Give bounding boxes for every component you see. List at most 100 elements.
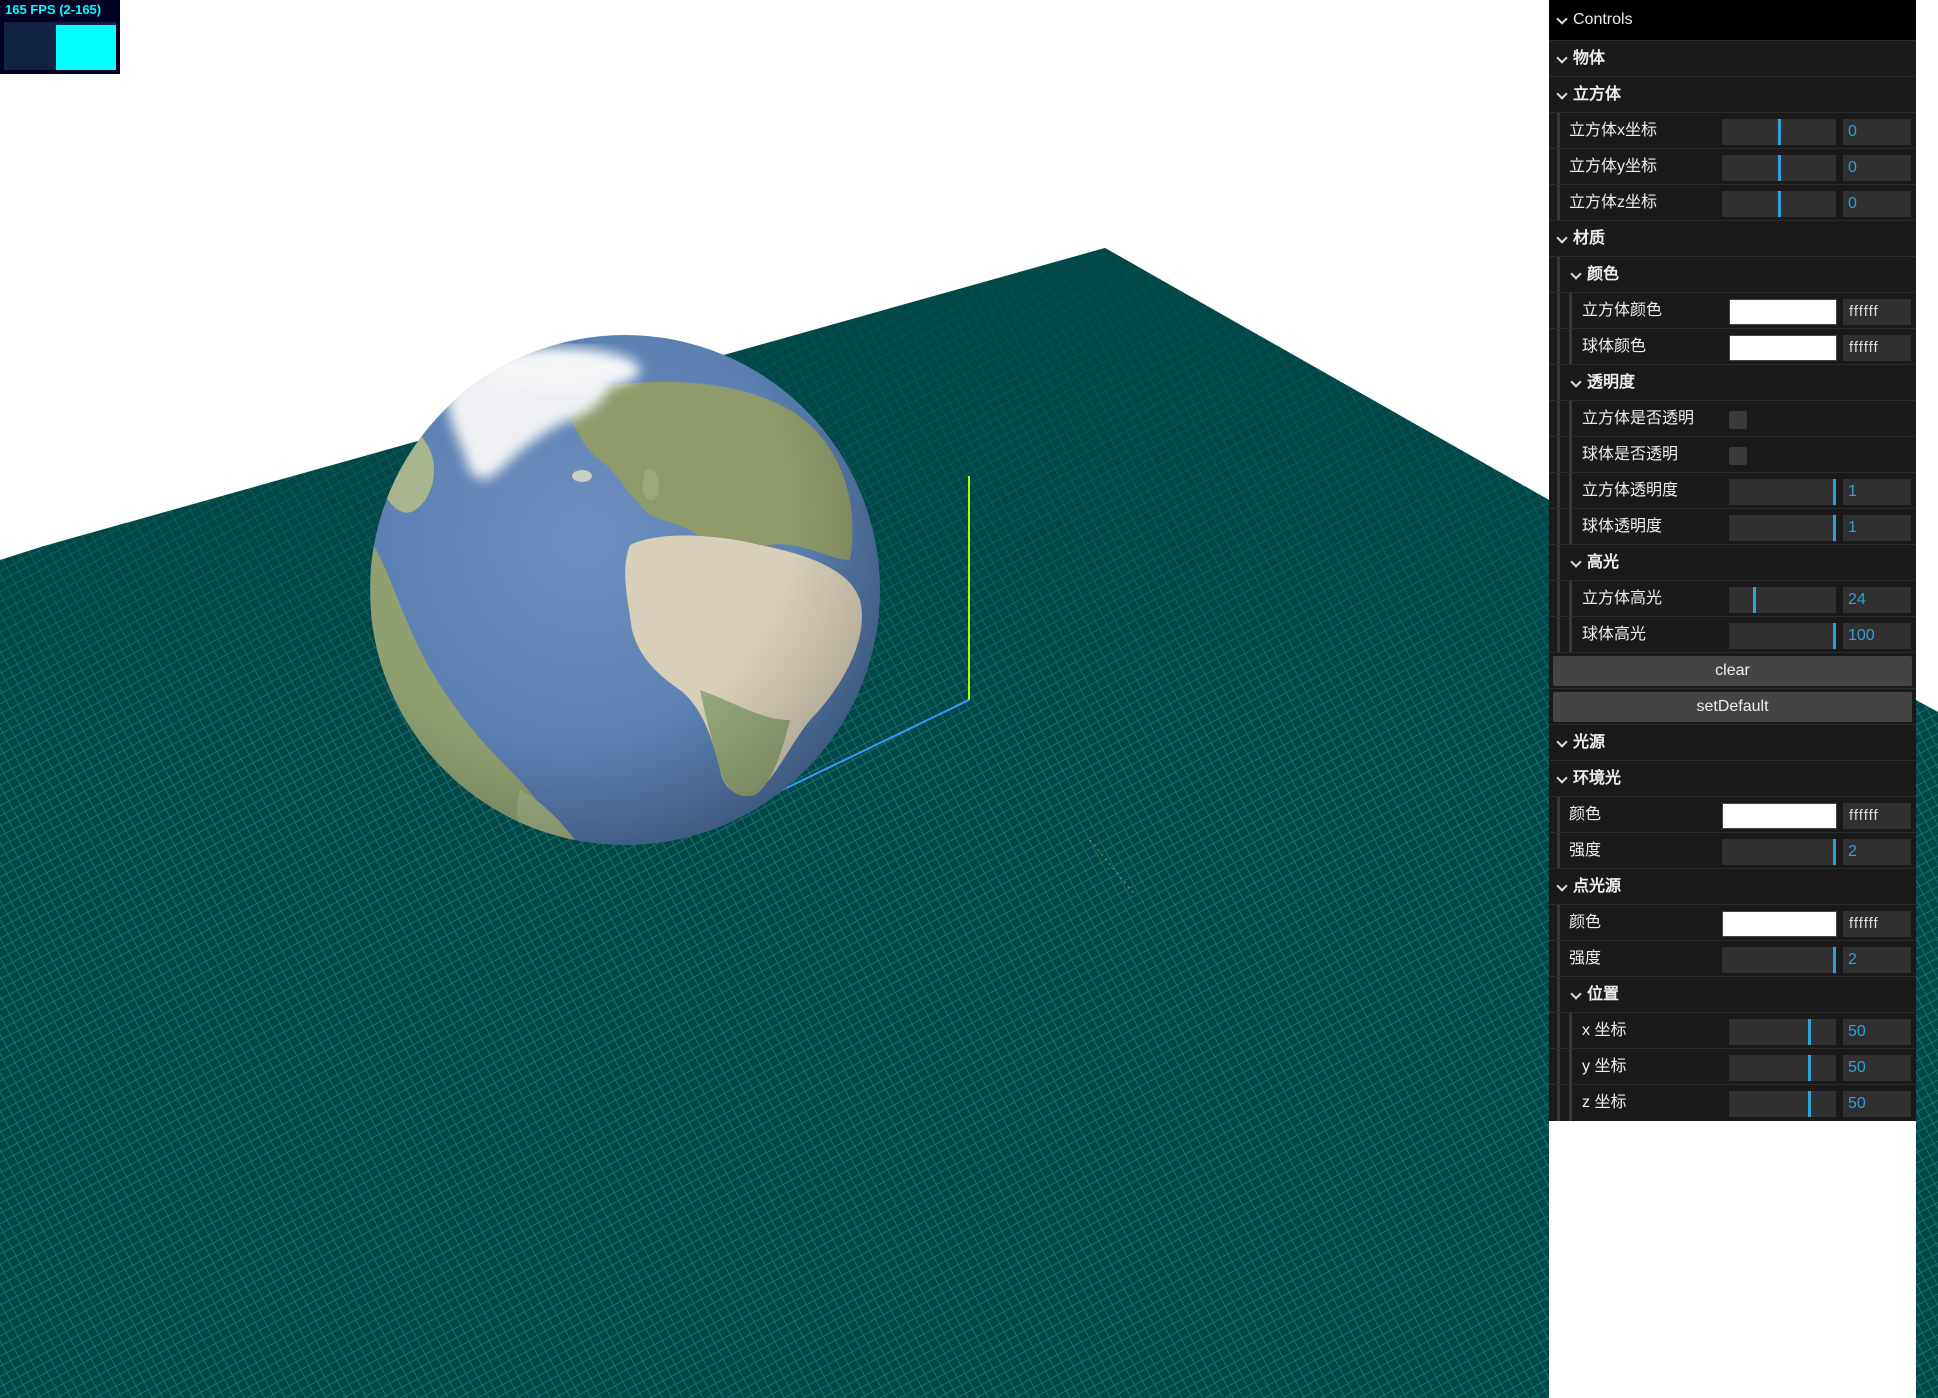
pos-y-slider[interactable] xyxy=(1729,1055,1836,1081)
ambient-color-hex[interactable]: ffffff xyxy=(1843,803,1911,829)
folder-position[interactable]: 位置 xyxy=(1549,977,1916,1013)
point-color-row[interactable]: 颜色 ffffff xyxy=(1549,905,1916,941)
folder-color-label: 颜色 xyxy=(1587,266,1620,283)
slider-knob[interactable] xyxy=(1833,839,1836,865)
pos-x-label: x 坐标 xyxy=(1582,1022,1627,1039)
sphere-transparent-row[interactable]: 球体是否透明 xyxy=(1549,437,1916,473)
point-color-swatch[interactable] xyxy=(1722,911,1837,937)
folder-highlight[interactable]: 高光 xyxy=(1549,545,1916,581)
slider-knob[interactable] xyxy=(1777,119,1781,145)
cube-y-input[interactable]: 0 xyxy=(1843,155,1911,181)
ambient-intensity-slider[interactable] xyxy=(1722,839,1836,865)
cube-transparent-row[interactable]: 立方体是否透明 xyxy=(1549,401,1916,437)
material-group: 颜色 立方体颜色 ffffff 球体颜色 ffffff 透明度 立方体是否透明 xyxy=(1549,257,1916,653)
cube-z-row[interactable]: 立方体z坐标 0 xyxy=(1549,185,1916,221)
folder-light-source-label: 光源 xyxy=(1573,734,1606,751)
clear-row[interactable]: clear xyxy=(1549,653,1916,689)
sphere-opacity-input[interactable]: 1 xyxy=(1843,515,1911,541)
cube-transparent-label: 立方体是否透明 xyxy=(1582,410,1695,427)
slider-knob[interactable] xyxy=(1833,479,1836,505)
pos-y-label: y 坐标 xyxy=(1582,1058,1627,1075)
folder-object[interactable]: 物体 xyxy=(1549,41,1916,77)
slider-knob[interactable] xyxy=(1807,1055,1811,1081)
ambient-color-label: 颜色 xyxy=(1569,806,1602,823)
pos-y-input[interactable]: 50 xyxy=(1843,1055,1911,1081)
sphere-shininess-slider[interactable] xyxy=(1729,623,1836,649)
cube-y-row[interactable]: 立方体y坐标 0 xyxy=(1549,149,1916,185)
sphere-opacity-slider[interactable] xyxy=(1729,515,1836,541)
cube-color-hex[interactable]: ffffff xyxy=(1843,299,1911,325)
slider-knob[interactable] xyxy=(1807,1019,1811,1045)
cube-x-slider[interactable] xyxy=(1722,119,1836,145)
pos-x-slider[interactable] xyxy=(1729,1019,1836,1045)
chevron-down-icon xyxy=(1571,545,1581,581)
cube-shininess-slider[interactable] xyxy=(1729,587,1836,613)
sphere-shininess-input[interactable]: 100 xyxy=(1843,623,1911,649)
cube-z-slider[interactable] xyxy=(1722,191,1836,217)
ambient-intensity-row[interactable]: 强度 2 xyxy=(1549,833,1916,869)
clear-button[interactable]: clear xyxy=(1553,656,1912,686)
folder-transparency[interactable]: 透明度 xyxy=(1549,365,1916,401)
folder-cube[interactable]: 立方体 xyxy=(1549,77,1916,113)
sphere-transparent-checkbox[interactable] xyxy=(1729,447,1747,465)
slider-knob[interactable] xyxy=(1807,1091,1811,1117)
sphere-color-row[interactable]: 球体颜色 ffffff xyxy=(1549,329,1916,365)
cube-opacity-input[interactable]: 1 xyxy=(1843,479,1911,505)
folder-color[interactable]: 颜色 xyxy=(1549,257,1916,293)
folder-point-light[interactable]: 点光源 xyxy=(1549,869,1916,905)
cube-color-swatch[interactable] xyxy=(1729,299,1837,325)
folder-light-source[interactable]: 光源 xyxy=(1549,725,1916,761)
sphere-color-swatch[interactable] xyxy=(1729,335,1837,361)
ambient-intensity-input[interactable]: 2 xyxy=(1843,839,1911,865)
cube-transparent-checkbox[interactable] xyxy=(1729,411,1747,429)
slider-knob[interactable] xyxy=(1833,947,1836,973)
cube-color-row[interactable]: 立方体颜色 ffffff xyxy=(1549,293,1916,329)
cube-opacity-slider[interactable] xyxy=(1729,479,1836,505)
folder-ambient[interactable]: 环境光 xyxy=(1549,761,1916,797)
chevron-down-icon xyxy=(1557,41,1567,77)
slider-knob[interactable] xyxy=(1777,191,1781,217)
controls-title[interactable]: Controls xyxy=(1549,0,1916,41)
point-color-hex[interactable]: ffffff xyxy=(1843,911,1911,937)
slider-knob[interactable] xyxy=(1753,587,1757,613)
cube-shininess-row[interactable]: 立方体高光 24 xyxy=(1549,581,1916,617)
folder-material[interactable]: 材质 xyxy=(1549,221,1916,257)
cube-shininess-input[interactable]: 24 xyxy=(1843,587,1911,613)
slider-knob[interactable] xyxy=(1777,155,1781,181)
slider-knob[interactable] xyxy=(1833,515,1836,541)
cube-x-input[interactable]: 0 xyxy=(1843,119,1911,145)
ambient-color-swatch[interactable] xyxy=(1722,803,1837,829)
set-default-row[interactable]: setDefault xyxy=(1549,689,1916,725)
pos-z-slider[interactable] xyxy=(1729,1091,1836,1117)
point-intensity-input[interactable]: 2 xyxy=(1843,947,1911,973)
cube-x-row[interactable]: 立方体x坐标 0 xyxy=(1549,113,1916,149)
chevron-down-icon xyxy=(1571,257,1581,293)
sphere-opacity-row[interactable]: 球体透明度 1 xyxy=(1549,509,1916,545)
cube-y-slider[interactable] xyxy=(1722,155,1836,181)
cube-color-label: 立方体颜色 xyxy=(1582,302,1663,319)
cube-opacity-label: 立方体透明度 xyxy=(1582,482,1679,499)
sphere-shininess-row[interactable]: 球体高光 100 xyxy=(1549,617,1916,653)
pos-z-label: z 坐标 xyxy=(1582,1094,1627,1111)
slider-knob[interactable] xyxy=(1833,623,1836,649)
controls-panel[interactable]: Controls 物体 立方体 立方体x坐标 0 立方体y坐标 0 立方体z坐标… xyxy=(1549,0,1916,1121)
cube-z-label: 立方体z坐标 xyxy=(1569,194,1658,211)
point-intensity-row[interactable]: 强度 2 xyxy=(1549,941,1916,977)
cube-z-input[interactable]: 0 xyxy=(1843,191,1911,217)
transparency-group: 立方体是否透明 球体是否透明 立方体透明度 1 球体透明度 1 xyxy=(1549,401,1916,545)
cube-opacity-row[interactable]: 立方体透明度 1 xyxy=(1549,473,1916,509)
point-intensity-slider[interactable] xyxy=(1722,947,1836,973)
folder-position-label: 位置 xyxy=(1587,986,1620,1003)
pos-z-row[interactable]: z 坐标 50 xyxy=(1549,1085,1916,1121)
pos-y-row[interactable]: y 坐标 50 xyxy=(1549,1049,1916,1085)
fps-stats-panel[interactable]: 165 FPS (2-165) xyxy=(0,0,120,74)
chevron-down-icon xyxy=(1557,221,1567,257)
ambient-color-row[interactable]: 颜色 ffffff xyxy=(1549,797,1916,833)
pos-x-input[interactable]: 50 xyxy=(1843,1019,1911,1045)
ambient-group: 颜色 ffffff 强度 2 xyxy=(1549,797,1916,869)
pos-z-input[interactable]: 50 xyxy=(1843,1091,1911,1117)
set-default-button[interactable]: setDefault xyxy=(1553,692,1912,722)
sphere-color-hex[interactable]: ffffff xyxy=(1843,335,1911,361)
chevron-down-icon xyxy=(1557,869,1567,905)
pos-x-row[interactable]: x 坐标 50 xyxy=(1549,1013,1916,1049)
